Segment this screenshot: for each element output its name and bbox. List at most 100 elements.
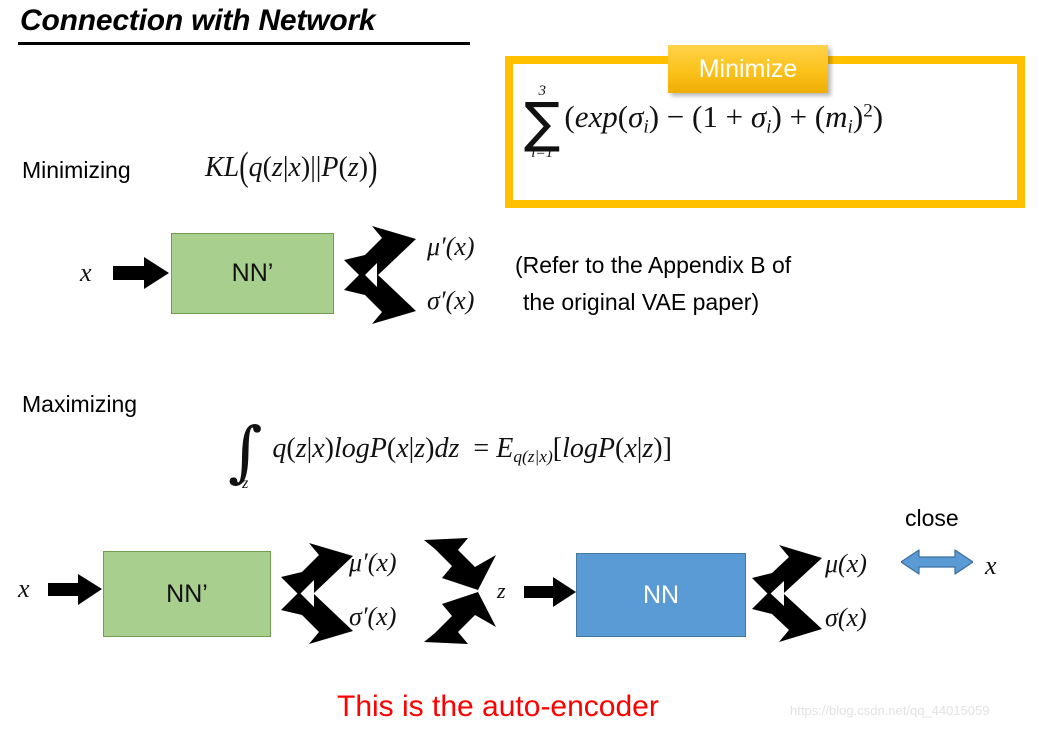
int-dz: dz [434,432,460,464]
top-input-x-label: x [80,258,92,287]
top-output-sigma-label: σ′(x) [427,286,475,315]
int-p4: ) [425,432,435,464]
integral-operator: ∫ z [228,413,263,492]
kl-P: P [321,152,339,183]
appendix-note-line-2: the original VAE paper) [523,289,760,315]
kl-z1: z [271,152,283,183]
target-x-label: x [985,551,997,580]
bottom-input-arrow-icon [48,574,102,605]
expected-loglikelihood-formula: ∫ z q(z|x)logP(x|z)dz = Eq(z|x)[logP(x|z… [228,419,672,491]
bottom-encoder-box: NN’ [103,551,271,637]
int-bracket-close: ] [662,432,672,464]
top-input-arrow-icon [113,257,169,289]
kl-x: x [288,152,301,183]
kl-paren-5: ) [358,152,369,183]
integral-body: q(z|x)logP(x|z)dz = Eq(z|x)[logP(x|z)] [262,433,672,467]
int-p3: ( [386,432,397,464]
int-p6: ) [653,432,663,464]
paren-open-4: ( [814,98,826,134]
power-two: 2 [863,100,873,122]
kl-paren-open: ( [239,144,249,190]
kl-z2: z [347,152,359,183]
source-watermark: https://blog.csdn.net/qq_44015059 [790,703,990,718]
bottom-input-x-label: x [18,574,30,603]
integral-icon: ∫ [228,413,263,490]
int-z1: z [295,432,307,464]
int-x2: x [396,432,409,464]
m-symbol: m [825,98,848,134]
int-log2: log [562,432,598,464]
bottom-decoder-box: NN [576,553,746,637]
maximizing-label: Maximizing [22,391,138,417]
int-equals: = [473,432,490,464]
top-mu-arrow-icon [344,226,416,278]
summation-operator: 3 ∑ i=1 [524,83,561,161]
int-x3: x [624,432,637,464]
paren-close-1: ) [648,98,660,134]
int-E: E [496,432,514,464]
kl-paren-close: ) [368,144,378,190]
int-p5: ( [615,432,625,464]
sum-body-expression: (exp(σi) − (1 + σi) + (mi)2) [560,101,883,137]
bottom-decoder-mu-arrow-icon [752,545,822,595]
kl-operator: KL [205,152,240,183]
int-log1: log [334,432,370,464]
kl-paren-2: ( [262,152,272,183]
kl-paren-3: ) [300,152,311,183]
bottom-decoder-label: NN [642,580,680,609]
paren-close-2: ) [771,98,782,134]
exp-function: exp [574,98,618,134]
sigma-sum-icon: ∑ [524,90,561,154]
top-output-mu-label: μ′(x) [427,232,475,261]
minus-operator: − [666,98,685,134]
int-E-subscript: q(z|x) [513,446,553,466]
top-sigma-arrow-icon [344,272,416,324]
bottom-encoder-label: NN’ [166,579,208,608]
int-q: q [272,432,287,464]
int-p1: ( [286,432,296,464]
merge-arrow-down-icon [424,538,496,590]
paren-open: ( [564,98,575,134]
minimize-badge: Minimize [668,45,828,93]
bottom-encoder-mu-label: μ′(x) [349,548,397,577]
int-P2: P [597,432,616,464]
top-encoder-box: NN’ [171,233,334,314]
int-p2: ) [324,432,334,464]
slide-canvas: Connection with Network 3 ∑ i=1 (exp(σi)… [0,0,1041,731]
plus-operator-2: + [789,98,808,134]
title-underline [18,42,470,45]
int-x1: x [312,432,325,464]
close-label: close [905,505,959,531]
paren-open-3: ( [692,98,703,134]
appendix-note-line-1: (Refer to the Appendix B of [515,252,792,278]
bottom-encoder-mu-arrow-icon [281,543,353,595]
int-P1: P [369,432,387,464]
sigma-symbol-1: σ [628,98,644,134]
kl-divergence-formula: KL(q(z|x)||P(z)) [205,145,377,190]
minimizing-label: Minimizing [22,157,131,183]
top-encoder-label: NN’ [231,259,274,287]
merge-arrow-up-icon [424,592,496,644]
int-z3: z [642,432,654,464]
paren-close-4: ) [872,98,884,134]
one-literal: 1 [702,98,718,134]
paren-close-3: ) [852,98,864,134]
kl-paren-4: ( [338,152,348,183]
int-bracket-open: [ [552,432,563,464]
int-z2: z [414,432,426,464]
kl-q: q [248,152,263,183]
plus-operator-1: + [725,98,744,134]
close-double-arrow-icon [901,549,973,575]
bottom-decoder-sigma-arrow-icon [752,592,822,642]
paren-open-2: ( [617,98,629,134]
bottom-decoder-sigma-label: σ(x) [825,603,867,632]
sigma-symbol-2: σ [750,98,767,134]
bottom-decoder-mu-label: μ(x) [825,549,867,578]
latent-to-decoder-arrow-icon [524,577,576,607]
latent-z-label: z [497,578,506,603]
kl-double-bar: || [310,152,322,183]
page-title: Connection with Network [20,4,376,37]
bottom-encoder-sigma-arrow-icon [281,592,353,644]
auto-encoder-caption: This is the auto-encoder [337,690,659,723]
bottom-encoder-sigma-label: σ′(x) [349,602,397,631]
